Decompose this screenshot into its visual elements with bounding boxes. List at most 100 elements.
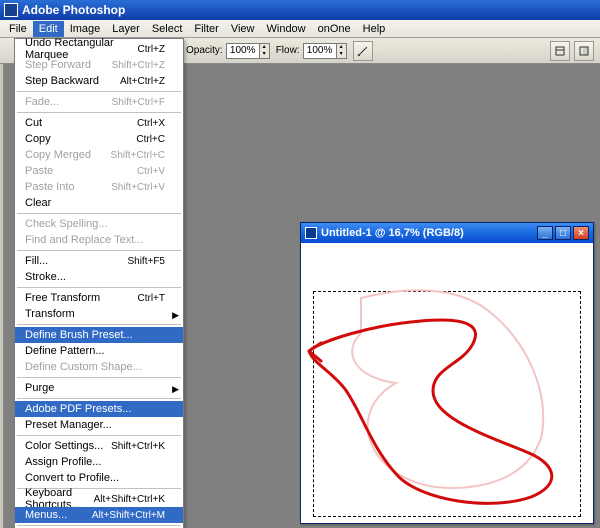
menu-separator	[17, 435, 181, 436]
menu-item-shortcut: Alt+Ctrl+Z	[120, 76, 165, 87]
menu-item-undo-rectangular-marquee[interactable]: Undo Rectangular MarqueeCtrl+Z	[15, 41, 183, 57]
menu-separator	[17, 91, 181, 92]
menu-item-label: Check Spelling...	[25, 218, 108, 230]
menu-edit[interactable]: Edit	[33, 21, 64, 37]
menu-item-label: Clear	[25, 197, 51, 209]
menu-item-label: Step Forward	[25, 59, 91, 71]
menu-item-shortcut: Shift+F5	[127, 256, 165, 267]
menu-item-transform[interactable]: Transform ▶	[15, 306, 183, 322]
menu-item-shortcut: Shift+Ctrl+F	[112, 97, 165, 108]
menu-item-label: Transform	[25, 308, 75, 320]
menu-window[interactable]: Window	[261, 21, 312, 37]
menu-separator	[17, 287, 181, 288]
menu-item-stroke[interactable]: Stroke...	[15, 269, 183, 285]
menu-file[interactable]: File	[3, 21, 33, 37]
menu-item-shortcut: Ctrl+T	[138, 293, 166, 304]
submenu-arrow-icon: ▶	[172, 384, 179, 395]
menu-item-label: Convert to Profile...	[25, 472, 119, 484]
window-titlebar: Adobe Photoshop	[0, 0, 600, 20]
menu-item-shortcut: Shift+Ctrl+Z	[112, 60, 165, 71]
menu-item-clear[interactable]: Clear	[15, 195, 183, 211]
menu-view[interactable]: View	[225, 21, 261, 37]
document-icon	[305, 227, 317, 239]
menu-item-cut[interactable]: Cut Ctrl+X	[15, 115, 183, 131]
palette-button-2[interactable]	[574, 41, 594, 61]
menu-item-shortcut: Alt+Shift+Ctrl+M	[92, 510, 165, 521]
menu-item-label: Purge	[25, 382, 54, 394]
menubar: File Edit Image Layer Select Filter View…	[0, 20, 600, 38]
menu-item-menus[interactable]: Menus... Alt+Shift+Ctrl+M	[15, 507, 183, 523]
menu-item-find-and-replace-text: Find and Replace Text...	[15, 232, 183, 248]
menu-item-label: Color Settings...	[25, 440, 103, 452]
menu-item-label: Fill...	[25, 255, 48, 267]
menu-onone[interactable]: onOne	[312, 21, 357, 37]
opacity-spinner[interactable]: ▴▾	[260, 43, 270, 59]
opacity-input[interactable]: 100%	[226, 43, 260, 59]
menu-item-define-brush-preset[interactable]: Define Brush Preset...	[15, 327, 183, 343]
flow-input[interactable]: 100%	[303, 43, 337, 59]
document-titlebar[interactable]: Untitled-1 @ 16,7% (RGB/8) _ □ ×	[301, 223, 593, 243]
menu-item-paste-into: Paste IntoShift+Ctrl+V	[15, 179, 183, 195]
opacity-field: Opacity: 100% ▴▾	[186, 43, 270, 59]
menu-item-label: Paste	[25, 165, 53, 177]
menu-item-convert-to-profile[interactable]: Convert to Profile...	[15, 470, 183, 486]
menu-item-step-forward: Step Forward Shift+Ctrl+Z	[15, 57, 183, 73]
menu-select[interactable]: Select	[146, 21, 189, 37]
window-title: Adobe Photoshop	[22, 3, 125, 17]
document-window: Untitled-1 @ 16,7% (RGB/8) _ □ ×	[300, 222, 594, 524]
menu-item-define-pattern[interactable]: Define Pattern...	[15, 343, 183, 359]
app-icon	[4, 3, 18, 17]
menu-item-assign-profile[interactable]: Assign Profile...	[15, 454, 183, 470]
minimize-button[interactable]: _	[537, 226, 553, 240]
app-frame: Adobe Photoshop File Edit Image Layer Se…	[0, 0, 600, 528]
close-button[interactable]: ×	[573, 226, 589, 240]
menu-item-copy[interactable]: CopyCtrl+C	[15, 131, 183, 147]
palette-well-strip	[0, 64, 4, 528]
submenu-arrow-icon: ▶	[172, 310, 179, 321]
palette-button-1[interactable]	[550, 41, 570, 61]
menu-item-adobe-pdf-presets[interactable]: Adobe PDF Presets...	[15, 401, 183, 417]
menu-filter[interactable]: Filter	[188, 21, 224, 37]
edit-menu-dropdown: Undo Rectangular MarqueeCtrl+ZStep Forwa…	[14, 38, 184, 528]
menu-item-free-transform[interactable]: Free TransformCtrl+T	[15, 290, 183, 306]
menu-separator	[17, 213, 181, 214]
menu-item-check-spelling: Check Spelling...	[15, 216, 183, 232]
menu-layer[interactable]: Layer	[106, 21, 146, 37]
menu-image[interactable]: Image	[64, 21, 107, 37]
menu-item-label: Menus...	[25, 509, 67, 521]
menu-item-label: Define Pattern...	[25, 345, 105, 357]
menu-item-shortcut: Ctrl+V	[137, 166, 165, 177]
menu-item-shortcut: Shift+Ctrl+C	[111, 150, 165, 161]
menu-item-shortcut: Ctrl+X	[137, 118, 165, 129]
menu-separator	[17, 398, 181, 399]
menu-item-define-custom-shape: Define Custom Shape...	[15, 359, 183, 375]
menu-item-purge[interactable]: Purge ▶	[15, 380, 183, 396]
menu-separator	[17, 250, 181, 251]
menu-item-shortcut: Shift+Ctrl+V	[111, 182, 165, 193]
document-canvas[interactable]	[301, 243, 593, 523]
menu-item-label: Define Custom Shape...	[25, 361, 142, 373]
menu-separator	[17, 525, 181, 526]
menu-item-shortcut: Alt+Shift+Ctrl+K	[94, 494, 165, 505]
menu-item-label: Find and Replace Text...	[25, 234, 143, 246]
airbrush-button[interactable]	[353, 41, 373, 61]
menu-item-label: Assign Profile...	[25, 456, 101, 468]
flow-label: Flow:	[276, 45, 300, 56]
menu-item-color-settings[interactable]: Color Settings...Shift+Ctrl+K	[15, 438, 183, 454]
menu-item-copy-merged: Copy Merged Shift+Ctrl+C	[15, 147, 183, 163]
menu-help[interactable]: Help	[357, 21, 392, 37]
menu-item-fill[interactable]: Fill... Shift+F5	[15, 253, 183, 269]
menu-item-step-backward[interactable]: Step Backward Alt+Ctrl+Z	[15, 73, 183, 89]
menu-item-label: Cut	[25, 117, 42, 129]
maximize-button[interactable]: □	[555, 226, 571, 240]
menu-item-label: Copy Merged	[25, 149, 91, 161]
menu-item-label: Stroke...	[25, 271, 66, 283]
menu-item-label: Step Backward	[25, 75, 99, 87]
menu-item-label: Preset Manager...	[25, 419, 112, 431]
canvas-artwork	[301, 243, 593, 523]
flow-spinner[interactable]: ▴▾	[337, 43, 347, 59]
menu-item-preset-manager[interactable]: Preset Manager...	[15, 417, 183, 433]
menu-separator	[17, 377, 181, 378]
menu-item-paste: Paste Ctrl+V	[15, 163, 183, 179]
menu-item-keyboard-shortcuts[interactable]: Keyboard Shortcuts...Alt+Shift+Ctrl+K	[15, 491, 183, 507]
